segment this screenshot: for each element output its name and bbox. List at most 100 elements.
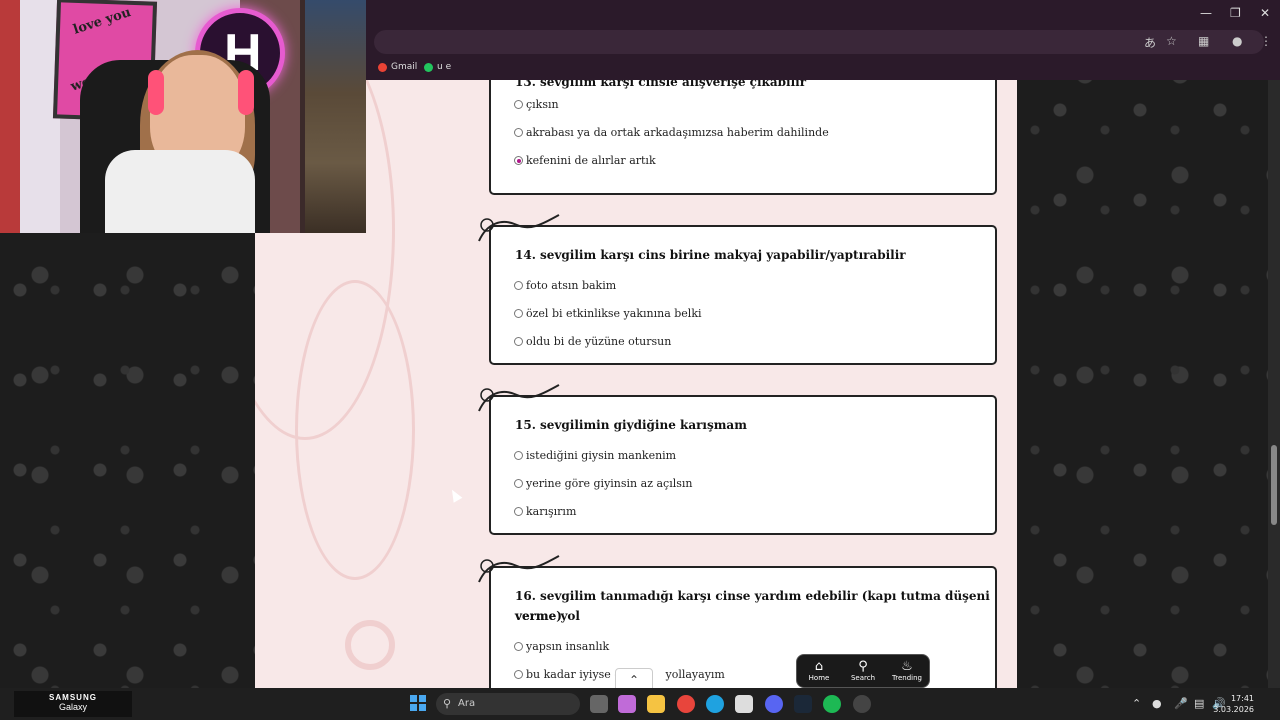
file-explorer-icon[interactable]: [647, 695, 665, 713]
edge-icon[interactable]: [706, 695, 724, 713]
option-radio[interactable]: yapsın insanlık: [514, 640, 609, 653]
system-clock[interactable]: 17:41 3.03.2026: [1213, 693, 1254, 715]
radio-button[interactable]: [514, 337, 523, 346]
obs-icon[interactable]: [853, 695, 871, 713]
address-bar[interactable]: [374, 30, 1264, 54]
extensions-icon[interactable]: ▦: [1198, 34, 1209, 48]
radio-button[interactable]: [514, 451, 523, 460]
restore-icon[interactable]: ❐: [1230, 6, 1241, 20]
option-radio[interactable]: akrabası ya da ortak arkadaşımızsa haber…: [514, 126, 829, 139]
option-label: özel bi etkinlikse yakınına belki: [526, 307, 702, 320]
option-radio[interactable]: yerine göre giyinsin az açılsın: [514, 477, 693, 490]
discord-icon[interactable]: [765, 695, 783, 713]
option-radio[interactable]: karışırım: [514, 505, 576, 518]
radio-button[interactable]: [514, 100, 523, 109]
option-radio[interactable]: istediğini giysin mankenim: [514, 449, 676, 462]
clock-time: 17:41: [1230, 694, 1254, 703]
search-icon: ⚲: [858, 659, 868, 674]
question-title: 14. sevgilim karşı cins birine makyaj ya…: [515, 248, 906, 262]
headphones-icon: [148, 70, 164, 115]
network-icon[interactable]: ▤: [1194, 697, 1204, 710]
option-radio[interactable]: özel bi etkinlikse yakınına belki: [514, 307, 702, 320]
microphone-icon[interactable]: 🎤: [1174, 697, 1188, 710]
webcam-overlay: love you worse H: [0, 0, 366, 233]
home-button[interactable]: ⌂ Home: [797, 655, 841, 687]
bookmark-gmail[interactable]: Gmail: [378, 62, 417, 72]
bookmark-label: u e: [437, 62, 452, 72]
minimize-icon[interactable]: —: [1200, 6, 1212, 20]
windows-start-icon[interactable]: [410, 695, 426, 711]
background-swirl: [295, 280, 415, 580]
trending-button[interactable]: ♨ Trending: [885, 655, 929, 687]
search-icon: ⚲: [443, 697, 452, 710]
question-title: 13. sevgilim karşı cinsle alışverişe çık…: [515, 80, 807, 89]
clock-date: 3.03.2026: [1213, 705, 1254, 714]
tray-app-icon[interactable]: ●: [1152, 697, 1162, 710]
question-title-cont: verme): [515, 609, 562, 623]
floral-ornament-icon: [478, 555, 560, 583]
radio-button[interactable]: [514, 281, 523, 290]
radio-button[interactable]: [514, 479, 523, 488]
question-card-13: 13. sevgilim karşı cinsle alışverişe çık…: [489, 80, 997, 195]
option-label-tail: yollayayım: [665, 668, 725, 681]
home-icon: ⌂: [814, 659, 824, 674]
option-radio[interactable]: oldu bi de yüzüne otursun: [514, 335, 671, 348]
bookmarks-bar: Gmail u e: [366, 56, 1280, 80]
search-button[interactable]: ⚲ Search: [841, 655, 885, 687]
floral-ornament-icon: [478, 214, 560, 242]
page-scrollbar[interactable]: [1268, 80, 1280, 688]
search-label: Search: [850, 674, 876, 682]
tray-chevron-icon[interactable]: ⌃: [1132, 697, 1141, 710]
brand-subtext: Galaxy: [58, 702, 87, 712]
option-label: bu kadar iyiyse c: [526, 668, 621, 681]
radio-button[interactable]: [514, 309, 523, 318]
question-card-14: 14. sevgilim karşı cins birine makyaj ya…: [478, 214, 997, 365]
radio-button[interactable]: [514, 642, 523, 651]
browser-titlebar: — ❐ ✕: [366, 0, 1280, 28]
option-radio[interactable]: kefenini de alırlar artık: [514, 154, 656, 167]
streamer-hoodie: [105, 150, 255, 233]
taskbar-search[interactable]: ⚲ Ara: [436, 693, 580, 715]
poster-text: love you: [71, 5, 133, 38]
windows-taskbar: SAMSUNG Galaxy ⚲ Ara ⌃ ● 🎤 ▤ 🔊 17:41 3.0…: [0, 688, 1280, 720]
radio-button-selected[interactable]: [514, 156, 523, 165]
background-flower: [345, 620, 395, 670]
bookmark-label: Gmail: [391, 62, 418, 72]
question-card-15: 15. sevgilimin giydiğine karışmam istedi…: [478, 384, 997, 535]
option-radio[interactable]: foto atsın bakim: [514, 279, 616, 292]
browser-toolbar: あ ☆ ▦ ● ⋮: [366, 28, 1280, 56]
scroll-up-button[interactable]: ⌃: [615, 668, 653, 690]
profile-icon[interactable]: ●: [1232, 34, 1242, 48]
steam-icon[interactable]: [794, 695, 812, 713]
close-icon[interactable]: ✕: [1260, 6, 1270, 20]
option-label: çıksın: [526, 98, 559, 111]
floating-nav: ⌂ Home ⚲ Search ♨ Trending: [796, 654, 930, 688]
samsung-galaxy-logo: SAMSUNG Galaxy: [14, 691, 132, 717]
option-label: yerine göre giyinsin az açılsın: [526, 477, 693, 490]
chrome-icon[interactable]: [677, 695, 695, 713]
option-label: foto atsın bakim: [526, 279, 617, 292]
store-icon[interactable]: [735, 695, 753, 713]
question-title: 15. sevgilimin giydiğine karışmam: [515, 418, 747, 432]
quiz-page: 13. sevgilim karşı cinsle alışverişe çık…: [255, 80, 1017, 688]
task-view-icon[interactable]: [590, 695, 608, 713]
option-label: karışırım: [526, 505, 577, 518]
radio-button[interactable]: [514, 507, 523, 516]
brand-text: SAMSUNG: [49, 693, 97, 702]
option-radio[interactable]: çıksın: [514, 98, 559, 111]
bookmark-star-icon[interactable]: ☆: [1166, 34, 1177, 48]
bookmark-ue[interactable]: u e: [424, 62, 451, 72]
option-label: istediğini giysin mankenim: [526, 449, 677, 462]
headphones-icon: [238, 70, 254, 115]
scrollbar-thumb[interactable]: [1271, 445, 1277, 525]
translate-icon[interactable]: あ: [1144, 34, 1156, 51]
radio-button[interactable]: [514, 128, 523, 137]
spotify-icon[interactable]: [823, 695, 841, 713]
menu-icon[interactable]: ⋮: [1260, 34, 1272, 48]
option-label: kefenini de alırlar artık: [526, 154, 656, 167]
trending-label: Trending: [892, 674, 922, 682]
radio-button[interactable]: [514, 670, 523, 679]
floral-ornament-icon: [478, 384, 560, 412]
question-title: 16. sevgilim tanımadığı karşı cinse yard…: [515, 589, 990, 623]
copilot-icon[interactable]: [618, 695, 636, 713]
